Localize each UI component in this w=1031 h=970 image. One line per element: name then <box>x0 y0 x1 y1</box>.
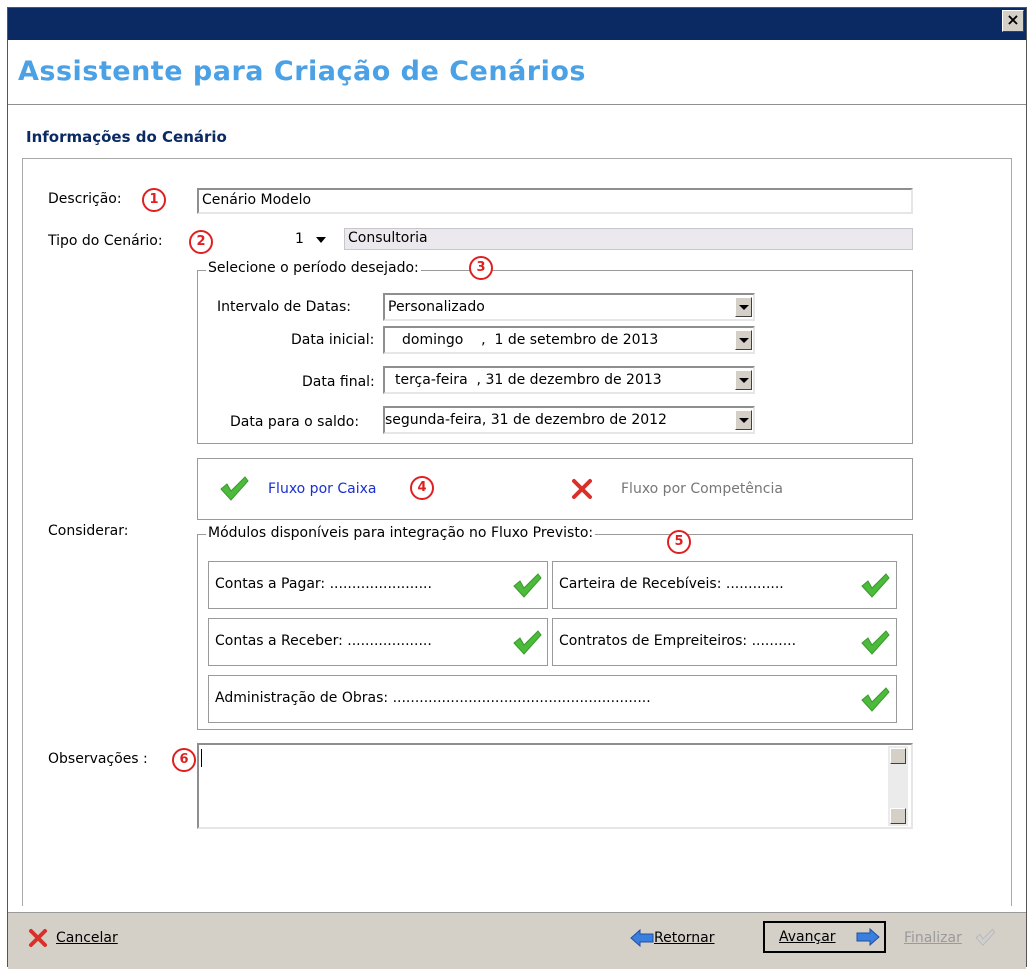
check-icon <box>513 573 542 598</box>
module-label: Administração de Obras: ................… <box>215 690 651 706</box>
tipo-cenario-code: 1 <box>295 231 304 247</box>
text-cursor <box>201 749 202 767</box>
section-title: Informações do Cenário <box>26 128 227 146</box>
considerar-label: Considerar: <box>48 523 129 539</box>
tipo-cenario-select[interactable]: 1 <box>215 230 342 250</box>
module-contas-receber[interactable]: Contas a Receber: ................... <box>208 618 548 666</box>
title-divider <box>8 104 1026 105</box>
chevron-down-icon <box>316 237 326 243</box>
arrow-right-icon <box>856 928 880 946</box>
marker-4: 4 <box>410 476 434 500</box>
intervalo-value: Personalizado <box>388 299 485 315</box>
fluxo-competencia-option[interactable]: Fluxo por Competência <box>571 478 871 506</box>
descricao-label: Descrição: <box>48 191 122 207</box>
wizard-title: Assistente para Criação de Cenários <box>18 56 586 87</box>
periodo-legend: Selecione o período desejado: <box>206 260 421 276</box>
tipo-cenario-label: Tipo do Cenário: <box>48 233 163 249</box>
wizard-window: × Assistente para Criação de Cenários In… <box>7 7 1027 969</box>
data-saldo-value: segunda-feira, 31 de dezembro de 2012 <box>385 412 667 428</box>
close-button[interactable]: × <box>1002 10 1024 32</box>
x-icon <box>572 479 592 499</box>
marker-2: 2 <box>189 230 213 254</box>
module-administracao-obras[interactable]: Administração de Obras: ................… <box>208 675 897 723</box>
check-icon <box>861 687 890 712</box>
data-saldo-dropdown-button[interactable] <box>735 410 752 430</box>
data-final-dropdown-button[interactable] <box>735 370 752 390</box>
module-label: Contratos de Empreiteiros: .......... <box>559 633 797 649</box>
fluxo-caixa-option[interactable]: Fluxo por Caixa <box>218 474 518 504</box>
observacoes-textarea[interactable] <box>197 743 913 829</box>
module-contas-pagar[interactable]: Contas a Pagar: ....................... <box>208 561 548 609</box>
module-contratos-empreiteiros[interactable]: Contratos de Empreiteiros: .......... <box>552 618 897 666</box>
data-inicial-value: domingo , 1 de setembro de 2013 <box>402 332 659 348</box>
data-inicial-picker[interactable]: domingo , 1 de setembro de 2013 <box>383 326 755 354</box>
wizard-footer: Cancelar Retornar Avançar Finalizar <box>8 912 1026 969</box>
x-icon <box>29 929 47 947</box>
back-label: Retornar <box>654 930 715 946</box>
fluxo-caixa-label: Fluxo por Caixa <box>268 481 377 497</box>
next-label: Avançar <box>779 929 836 945</box>
cancel-label: Cancelar <box>56 930 118 946</box>
data-saldo-label: Data para o saldo: <box>230 414 360 430</box>
data-final-label: Data final: <box>302 374 375 390</box>
fluxo-competencia-label: Fluxo por Competência <box>621 481 783 497</box>
back-button[interactable]: Retornar <box>630 923 714 953</box>
cancel-button[interactable]: Cancelar <box>28 923 118 953</box>
marker-3: 3 <box>469 256 493 280</box>
check-icon <box>861 630 890 655</box>
intervalo-dropdown-button[interactable] <box>735 297 752 317</box>
marker-5: 5 <box>667 530 691 554</box>
scroll-down-button[interactable] <box>890 808 906 824</box>
descricao-input[interactable]: Cenário Modelo <box>197 188 913 214</box>
intervalo-label: Intervalo de Datas: <box>217 299 352 315</box>
arrow-left-icon <box>630 929 654 947</box>
module-carteira-recebiveis[interactable]: Carteira de Recebíveis: ............. <box>552 561 897 609</box>
close-icon: × <box>1006 10 1020 29</box>
finish-button[interactable]: Finalizar <box>904 923 996 953</box>
tipo-cenario-name: Consultoria <box>344 228 913 250</box>
check-icon <box>513 630 542 655</box>
check-icon <box>220 476 249 501</box>
data-inicial-label: Data inicial: <box>291 332 375 348</box>
marker-6: 6 <box>172 748 196 772</box>
module-label: Contas a Pagar: ....................... <box>215 576 432 592</box>
modulos-legend: Módulos disponíveis para integração no F… <box>206 525 596 541</box>
next-button[interactable]: Avançar <box>763 921 886 953</box>
scroll-up-button[interactable] <box>890 748 906 764</box>
module-label: Contas a Receber: ................... <box>215 633 432 649</box>
data-saldo-picker[interactable]: segunda-feira, 31 de dezembro de 2012 <box>383 406 755 434</box>
marker-1: 1 <box>142 188 166 212</box>
module-label: Carteira de Recebíveis: ............. <box>559 576 784 592</box>
title-bar: × <box>8 8 1026 40</box>
finish-label: Finalizar <box>904 930 962 946</box>
data-inicial-dropdown-button[interactable] <box>735 330 752 350</box>
intervalo-select[interactable]: Personalizado <box>383 293 755 321</box>
observacoes-label: Observações : <box>48 751 148 767</box>
data-final-value: terça-feira , 31 de dezembro de 2013 <box>395 372 662 388</box>
check-icon <box>861 573 890 598</box>
observacoes-scrollbar[interactable] <box>888 746 908 826</box>
data-final-picker[interactable]: terça-feira , 31 de dezembro de 2013 <box>383 366 755 394</box>
check-icon <box>975 928 996 946</box>
